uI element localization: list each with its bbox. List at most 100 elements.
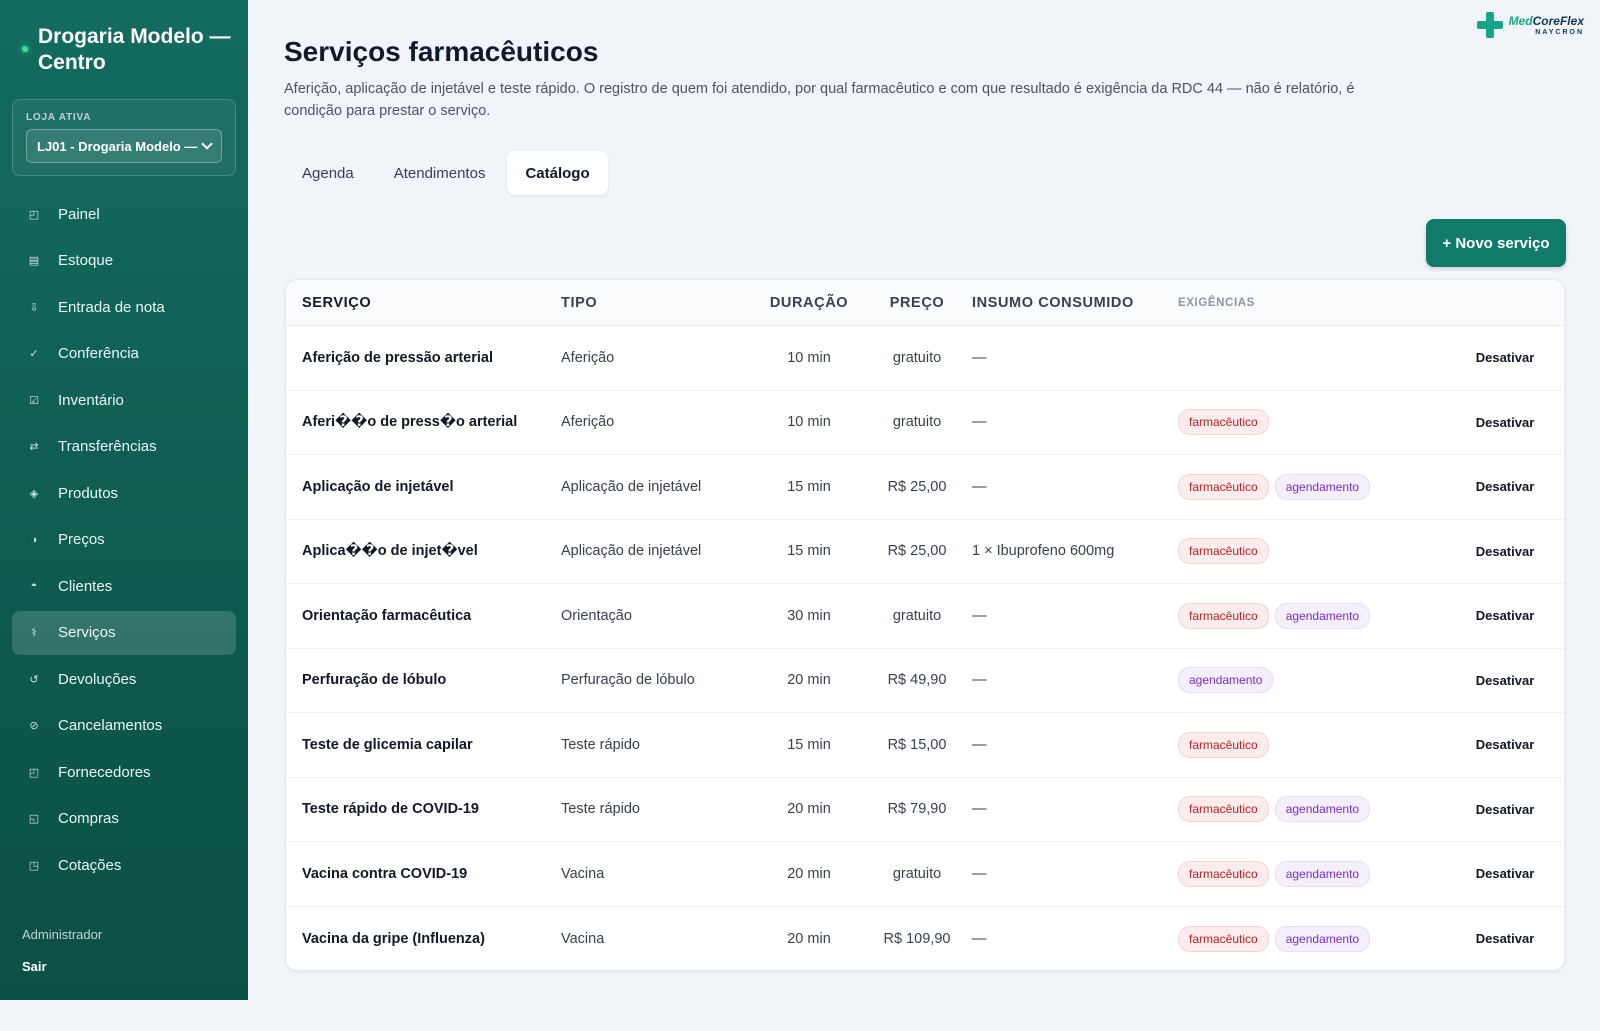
service-type: Orientação [561, 607, 632, 624]
service-price: R$ 79,90 [887, 801, 947, 818]
service-price: gratuito [892, 414, 942, 431]
entrada-de-nota-icon: ⇩ [29, 301, 39, 314]
deactivate-button[interactable]: Desativar [1446, 673, 1564, 688]
table-header: Serviço Tipo Duração Preço Insumo consum… [286, 280, 1564, 326]
status-dot [22, 46, 28, 52]
table-row: Aferição de pressão arterial Aferição 10 m… [286, 326, 1564, 391]
logout-link[interactable]: Sair [22, 959, 47, 974]
tab-atendimentos[interactable]: Atendimentos [376, 151, 504, 195]
service-requirements: farmacêutico [1178, 538, 1446, 565]
table-row: Aferi��o de press�o arterial Aferição 10 m… [286, 391, 1564, 455]
sidebar-item-transferencias[interactable]: ⇄ Transferências [12, 425, 236, 469]
table-body: Aferição de pressão arterial Aferição 10 m… [286, 326, 1564, 970]
store-select[interactable]: LJ01 - Drogaria Modelo — [26, 129, 222, 163]
deactivate-button[interactable]: Desativar [1446, 802, 1564, 817]
service-type: Teste rápido [561, 736, 640, 753]
service-type: Aplicação de injetável [561, 478, 702, 495]
service-name: Teste de glicemia capilar [302, 736, 473, 753]
sidebar-item-conferencia[interactable]: ✓ Conferência [12, 332, 236, 376]
service-price: R$ 25,00 [887, 543, 947, 560]
service-price: gratuito [892, 865, 942, 882]
service-type: Vacina [561, 865, 605, 882]
service-supply: — [972, 349, 987, 366]
service-duration: 15 min [787, 543, 831, 560]
deactivate-button[interactable]: Desativar [1446, 415, 1564, 430]
pharmacist-badge: farmacêutico [1178, 538, 1269, 565]
service-name: Aplica��o de injet�vel [302, 543, 478, 560]
sidebar-item-cancelamentos[interactable]: ⊘ Cancelamentos [12, 704, 236, 748]
store-label: LOJA ATIVA [26, 112, 92, 123]
service-duration: 30 min [787, 607, 831, 624]
deactivate-button[interactable]: Desativar [1446, 931, 1564, 946]
sidebar-nav: ◰ Painel ▤ Estoque ⇩ Entrada de nota ✓ Conferên… [12, 192, 236, 890]
service-supply: — [972, 865, 987, 882]
sidebar-item-label: Compras [58, 810, 119, 827]
sidebar-item-cotacoes[interactable]: ◳ Cotações [12, 843, 236, 887]
sidebar-item-fornecedores[interactable]: ◰ Fornecedores [12, 750, 236, 794]
scheduling-badge: agendamento [1274, 796, 1371, 823]
fornecedores-icon: ◰ [28, 766, 40, 779]
brand: Drogaria Modelo — Centro [22, 24, 237, 76]
tab-catalogo[interactable]: Catálogo [507, 151, 608, 195]
service-duration: 20 min [787, 801, 831, 818]
service-price: gratuito [892, 349, 942, 366]
service-type: Teste rápido [561, 801, 640, 818]
new-service-button[interactable]: + Novo serviço [1426, 219, 1566, 267]
table-row: Aplicação de injetável Aplicação de injet… [286, 455, 1564, 520]
service-name: Aferição de pressão arterial [302, 349, 494, 366]
deactivate-button[interactable]: Desativar [1446, 608, 1564, 623]
deactivate-button[interactable]: Desativar [1446, 479, 1564, 494]
tab-agenda[interactable]: Agenda [284, 151, 372, 195]
service-type: Aferição [561, 414, 615, 431]
sidebar-item-produtos[interactable]: ◈ Produtos [12, 471, 236, 515]
sidebar-item-label: Produtos [58, 484, 119, 502]
sidebar-item-painel[interactable]: ◰ Painel [12, 192, 236, 236]
sidebar-item-compras[interactable]: ◱ Compras [12, 797, 236, 841]
services-table: Serviço Tipo Duração Preço Insumo consum… [285, 279, 1565, 971]
chevron-down-icon [201, 138, 213, 150]
service-name: Orientação farmacêutica [302, 607, 472, 624]
service-requirements: agendamento [1178, 667, 1446, 694]
deactivate-button[interactable]: Desativar [1446, 737, 1564, 752]
service-supply: — [972, 801, 987, 818]
service-supply: — [972, 478, 987, 495]
sidebar-item-estoque[interactable]: ▤ Estoque [12, 239, 236, 283]
scheduling-badge: agendamento [1178, 667, 1274, 694]
sidebar-item-entrada-de-nota[interactable]: ⇩ Entrada de nota [12, 285, 236, 329]
service-duration: 10 min [787, 414, 831, 431]
service-requirements: farmacêutico agendamento [1178, 796, 1446, 823]
pharmacist-badge: farmacêutico [1178, 473, 1269, 500]
page-description: Aferição, aplicação de injetável e teste… [284, 81, 1355, 119]
deactivate-button[interactable]: Desativar [1446, 350, 1564, 365]
sidebar-item-label: Fornecedores [58, 763, 151, 781]
pharmacist-badge: farmacêutico [1178, 925, 1269, 952]
store-selector: LOJA ATIVA LJ01 - Drogaria Modelo — [12, 99, 236, 176]
sidebar-item-label: Cancelamentos [58, 717, 163, 734]
painel-icon: ◰ [28, 208, 40, 221]
sidebar-item-inventario[interactable]: ☑ Inventário [12, 378, 236, 422]
service-type: Vacina [561, 930, 605, 947]
devolucoes-icon: ↺ [29, 673, 39, 686]
sidebar-item-devolucoes[interactable]: ↺ Devoluções [12, 657, 236, 701]
service-duration: 10 min [787, 349, 831, 366]
transferencias-icon: ⇄ [29, 441, 39, 453]
table-row: Vacina contra COVID-19 Vacina 20 min gratui… [286, 842, 1564, 907]
produtos-icon: ◈ [29, 487, 39, 500]
sidebar-item-precos[interactable]: ◑ Preços [12, 518, 236, 562]
tab-bar: Agenda Atendimentos Catálogo [284, 151, 612, 195]
precos-icon: ◑ [30, 533, 38, 546]
service-name: Vacina da gripe (Influenza) [302, 930, 485, 947]
col-header-service: Serviço [302, 294, 372, 311]
service-name: Aplicação de injetável [302, 478, 454, 495]
deactivate-button[interactable]: Desativar [1446, 866, 1564, 881]
pharmacist-badge: farmacêutico [1178, 731, 1269, 758]
service-name: Perfuração de lóbulo [302, 672, 447, 689]
deactivate-button[interactable]: Desativar [1446, 544, 1564, 559]
table-row: Teste de glicemia capilar Teste rápido 15 … [286, 713, 1564, 778]
sidebar-item-servicos[interactable]: ⚕ Serviços [12, 610, 236, 655]
brand-name: Drogaria Modelo — Centro [38, 25, 231, 74]
sidebar-item-label: Painel [58, 205, 100, 223]
logo-wordmark: MedCoreFlex [1508, 13, 1584, 28]
sidebar-item-label: Inventário [58, 391, 124, 409]
sidebar-item-clientes[interactable]: ◓ Clientes [12, 564, 236, 608]
